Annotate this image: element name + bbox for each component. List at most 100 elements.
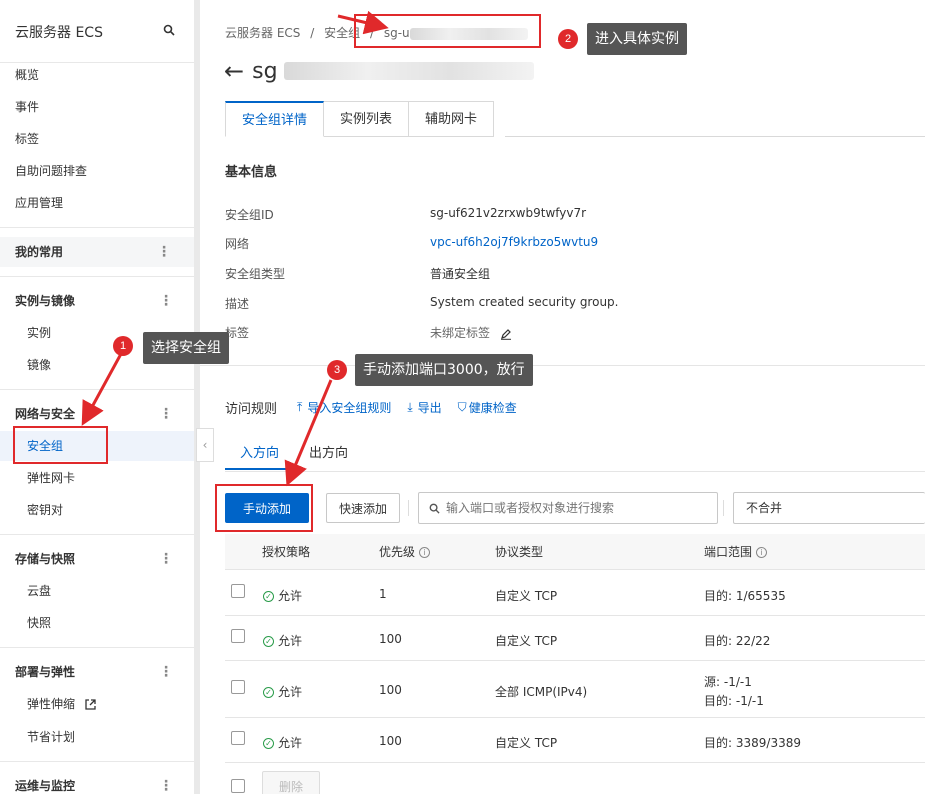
tab-secondary-eni[interactable]: 辅助网卡 (409, 101, 495, 137)
export-label: 导出 (417, 401, 442, 415)
quick-add-button[interactable]: 快速添加 (326, 493, 400, 523)
tab-inbound[interactable]: 入方向 (225, 438, 295, 470)
annotation-badge-1: 1 (113, 336, 133, 356)
shield-icon: ⛉ (457, 400, 467, 414)
column-header-priority: 优先级 i (379, 534, 431, 570)
back-arrow-icon[interactable]: ← (224, 57, 244, 85)
more-icon[interactable]: ⋮ (159, 286, 173, 316)
breadcrumb-separator: / (310, 26, 315, 40)
row-checkbox[interactable] (231, 731, 245, 745)
merge-select[interactable]: 不合并 (733, 492, 925, 524)
vpc-link[interactable]: vpc-uf6h2oj7f9krbzo5wvtu9 (430, 235, 598, 249)
sidebar-group-ops-monitoring[interactable]: 运维与监控 ⋮ (0, 771, 196, 794)
policy-cell: ✓ 允许 (263, 734, 302, 751)
protocol-cell: 自定义 TCP (495, 736, 558, 750)
sidebar-group-favorites[interactable]: 我的常用 ⋮ (0, 237, 196, 267)
rules-toolbar: 访问规则 ⤒ 导入安全组规则 ⤓ 导出 ⛉ 健康检查 (225, 398, 533, 417)
info-icon[interactable]: i (419, 547, 431, 558)
info-label-sg-id: 安全组ID (225, 208, 274, 222)
rules-table-header: 授权策略 优先级 i 协议类型 端口范围 i (225, 534, 925, 570)
tab-security-group-details[interactable]: 安全组详情 (225, 101, 325, 137)
info-value-sg-id: sg-uf621v2zrxwb9twfyv7r (430, 206, 587, 220)
sidebar-group-label: 实例与镜像 (15, 294, 76, 308)
edit-icon[interactable] (500, 328, 512, 340)
column-header-protocol: 协议类型 (495, 545, 544, 559)
sidebar-item-troubleshoot[interactable]: 自助问题排查 (0, 156, 196, 186)
divider (0, 647, 196, 648)
divider (0, 761, 196, 762)
info-label-sg-type: 安全组类型 (225, 267, 286, 281)
policy-text: 允许 (278, 589, 303, 603)
sidebar-title: 云服务器 ECS (15, 25, 103, 41)
search-icon[interactable] (163, 24, 175, 36)
column-header-policy: 授权策略 (262, 545, 311, 559)
column-header-label: 端口范围 (704, 545, 753, 559)
sidebar-item-snapshots[interactable]: 快照 (0, 608, 196, 638)
sidebar-item-app-manage[interactable]: 应用管理 (0, 188, 196, 218)
direction-tabs: 入方向 出方向 (225, 438, 363, 470)
table-row: ✓ 允许 100 全部 ICMP(IPv4) 源: -1/-1 目的: -1/-1 (225, 661, 925, 718)
direction-tabs-baseline (225, 471, 925, 472)
divider (0, 534, 196, 535)
info-value-sg-type: 普通安全组 (430, 267, 491, 281)
sidebar-item-autoscaling[interactable]: 弹性伸缩 (0, 689, 196, 719)
sidebar-item-tags[interactable]: 标签 (0, 124, 196, 154)
external-link-icon (85, 699, 96, 710)
tab-instance-list[interactable]: 实例列表 (324, 101, 410, 137)
policy-cell: ✓ 允许 (263, 632, 302, 649)
rule-search-input[interactable] (446, 501, 717, 515)
annotation-callout-2: 进入具体实例 (587, 23, 687, 55)
export-link[interactable]: ⤓ 导出 (407, 399, 441, 416)
sidebar-group-label: 我的常用 (15, 245, 64, 259)
more-icon[interactable]: ⋮ (159, 771, 173, 794)
more-icon[interactable]: ⋮ (159, 657, 173, 687)
policy-cell: ✓ 允许 (263, 683, 302, 700)
sidebar-item-keypair[interactable]: 密钥对 (0, 495, 196, 525)
sidebar-item-eni[interactable]: 弹性网卡 (0, 463, 196, 493)
breadcrumb-ecs[interactable]: 云服务器 ECS (225, 26, 300, 40)
page-header: ← sg (224, 56, 534, 86)
rule-search-box[interactable] (418, 492, 718, 524)
health-check-link[interactable]: ⛉ 健康检查 (458, 399, 517, 416)
check-circle-icon: ✓ (263, 738, 274, 749)
row-checkbox[interactable] (231, 584, 245, 598)
sidebar-item-disks[interactable]: 云盘 (0, 576, 196, 606)
health-check-label: 健康检查 (468, 401, 517, 415)
row-checkbox[interactable] (231, 629, 245, 643)
column-header-label: 优先级 (379, 545, 416, 559)
more-icon[interactable]: ⋮ (157, 237, 171, 267)
sidebar-item-overview[interactable]: 概览 (0, 60, 196, 90)
divider (723, 500, 724, 516)
policy-text: 允许 (278, 685, 303, 699)
check-circle-icon: ✓ (263, 591, 274, 602)
divider (408, 500, 409, 516)
info-value-tags: 未绑定标签 (430, 324, 512, 341)
sidebar-group-network-security[interactable]: 网络与安全 ⋮ (0, 399, 196, 429)
annotation-badge-2: 2 (558, 29, 578, 49)
sidebar-group-storage-snapshots[interactable]: 存储与快照 ⋮ (0, 544, 196, 574)
annotation-callout-3: 手动添加端口3000，放行 (355, 354, 533, 386)
sidebar-item-savings-plan[interactable]: 节省计划 (0, 722, 196, 752)
port-cell: 目的: 22/22 (704, 634, 771, 648)
more-icon[interactable]: ⋮ (159, 544, 173, 574)
row-checkbox[interactable] (231, 680, 245, 694)
port-cell: 目的: 3389/3389 (704, 736, 801, 750)
protocol-cell: 全部 ICMP(IPv4) (495, 685, 588, 699)
divider (0, 227, 196, 228)
protocol-cell: 自定义 TCP (495, 634, 558, 648)
tab-outbound[interactable]: 出方向 (294, 438, 363, 470)
sidebar-item-events[interactable]: 事件 (0, 92, 196, 122)
sidebar-group-label: 部署与弹性 (15, 665, 76, 679)
column-header-port-range: 端口范围 i (704, 534, 768, 570)
annotation-badge-3: 3 (327, 360, 347, 380)
info-icon[interactable]: i (756, 547, 768, 558)
import-rules-link[interactable]: ⤒ 导入安全组规则 (297, 399, 391, 416)
sidebar-group-deploy-elastic[interactable]: 部署与弹性 ⋮ (0, 657, 196, 687)
search-icon (429, 503, 440, 514)
select-all-checkbox[interactable] (231, 779, 245, 793)
main-content: 云服务器 ECS / 安全组 / sg-u ← sg 安全组详情 实例列表 辅助… (200, 0, 925, 794)
delete-button[interactable]: 删除 (262, 771, 320, 794)
sidebar-group-instances-images[interactable]: 实例与镜像 ⋮ (0, 286, 196, 316)
sidebar-group-label: 存储与快照 (15, 552, 76, 566)
more-icon[interactable]: ⋮ (159, 399, 173, 429)
